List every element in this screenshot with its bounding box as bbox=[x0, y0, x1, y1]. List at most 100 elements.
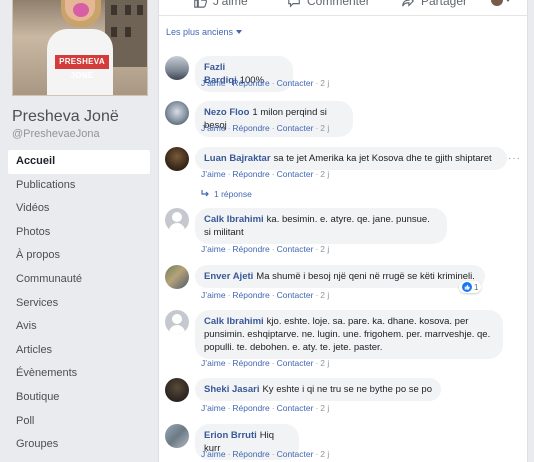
comment: Nezo Floo 1 milon perqind si besoj J’aime… bbox=[165, 101, 521, 137]
comment-author[interactable]: Enver Ajeti bbox=[204, 271, 253, 282]
reaction-count[interactable]: 1 bbox=[459, 281, 482, 293]
nav-item-accueil[interactable]: Accueil bbox=[8, 150, 150, 174]
avatar[interactable] bbox=[165, 101, 189, 125]
avatar[interactable] bbox=[165, 424, 189, 448]
comment-contact-link[interactable]: Contacter bbox=[277, 78, 314, 88]
reaction-number: 1 bbox=[474, 282, 479, 292]
comment-like-link[interactable]: J’aime bbox=[201, 403, 226, 413]
comment-author[interactable]: Calk Ibrahimi bbox=[204, 214, 264, 225]
comment-reply-link[interactable]: Répondre bbox=[232, 78, 269, 88]
page-title[interactable]: Presheva Jonë bbox=[12, 108, 119, 126]
nav-item-groupes[interactable]: Groupes bbox=[8, 433, 150, 457]
nav-item-poll[interactable]: Poll bbox=[8, 410, 150, 434]
comment-contact-link[interactable]: Contacter bbox=[277, 290, 314, 300]
page-profile-photo[interactable]: PRESHEVA JONË bbox=[12, 0, 148, 96]
comment-text: sa te jet Amerika ka jet Kosova dhe te g… bbox=[273, 153, 492, 164]
comment-timestamp[interactable]: 2 j bbox=[320, 123, 329, 133]
comment-bubble: Luan Bajraktar sa te jet Amerika ka jet K… bbox=[195, 147, 507, 170]
comment-actions: J’aime · Répondre · Contacter · 2 j bbox=[201, 169, 330, 179]
nav-item-avis[interactable]: Avis bbox=[8, 315, 150, 339]
comment-contact-link[interactable]: Contacter bbox=[277, 169, 314, 179]
comment-reply-link[interactable]: Répondre bbox=[232, 403, 269, 413]
comment-reply-link[interactable]: Répondre bbox=[232, 244, 269, 254]
avatar[interactable] bbox=[165, 265, 189, 289]
nav-item-videos[interactable]: Vidéos bbox=[8, 197, 150, 221]
like-reaction-icon bbox=[462, 282, 472, 292]
comment-author[interactable]: Nezo Floo bbox=[204, 107, 249, 118]
comment-like-link[interactable]: J’aime bbox=[201, 169, 226, 179]
comment-timestamp[interactable]: 2 j bbox=[320, 358, 329, 368]
comment-reply-link[interactable]: Répondre bbox=[232, 449, 269, 459]
nav-item-communaute[interactable]: Communauté bbox=[8, 268, 150, 292]
shirt-print: PRESHEVA JONË bbox=[55, 55, 109, 80]
comment-bubble: Sheki Jasari Ky eshte i qi ne tru se ne b… bbox=[195, 378, 441, 401]
like-button[interactable]: J’aime bbox=[193, 0, 248, 8]
comment-like-link[interactable]: J’aime bbox=[201, 290, 226, 300]
comment-author[interactable]: Luan Bajraktar bbox=[204, 153, 271, 164]
comment-button-label: Commenter bbox=[307, 0, 370, 8]
comment-timestamp[interactable]: 2 j bbox=[320, 290, 329, 300]
comment-reply-link[interactable]: Répondre bbox=[232, 290, 269, 300]
comment-reply-link[interactable]: Répondre bbox=[232, 358, 269, 368]
share-button[interactable]: Partager bbox=[401, 0, 467, 8]
comment-like-link[interactable]: J’aime bbox=[201, 244, 226, 254]
comment: Luan Bajraktar sa te jet Amerika ka jet K… bbox=[165, 147, 521, 203]
comment-timestamp[interactable]: 2 j bbox=[320, 244, 329, 254]
thumbs-up-icon bbox=[194, 0, 207, 8]
nav-item-photos[interactable]: Photos bbox=[8, 221, 150, 245]
comment-as-selector[interactable] bbox=[491, 0, 511, 6]
comment-contact-link[interactable]: Contacter bbox=[277, 244, 314, 254]
nav-item-evenements[interactable]: Évènements bbox=[8, 362, 150, 386]
comment-text: Ky eshte i qi ne tru se ne bythe po se p… bbox=[262, 384, 432, 395]
comment-author[interactable]: Erion Brruti bbox=[204, 430, 257, 441]
comment-sort-dropdown[interactable]: Les plus anciens bbox=[166, 27, 243, 37]
comment-reply-link[interactable]: Répondre bbox=[232, 169, 269, 179]
comment-timestamp[interactable]: 2 j bbox=[320, 78, 329, 88]
avatar[interactable] bbox=[165, 56, 189, 80]
nav-item-articles[interactable]: Articles bbox=[8, 339, 150, 363]
avatar[interactable] bbox=[165, 208, 189, 232]
nav-item-boutique[interactable]: Boutique bbox=[8, 386, 150, 410]
comment-actions: J’aime · Répondre · Contacter · 2 j bbox=[201, 244, 330, 254]
comment-like-link[interactable]: J’aime bbox=[201, 358, 226, 368]
post-comments-panel: J’aime Commenter Partager Les plus ancie… bbox=[158, 0, 528, 462]
comment: Calk Ibrahimi kjo. eshte. loje. sa. pare.… bbox=[165, 310, 521, 374]
comment-timestamp[interactable]: 2 j bbox=[320, 449, 329, 459]
nav-item-services[interactable]: Services bbox=[8, 292, 150, 316]
like-button-label: J’aime bbox=[213, 0, 248, 8]
comment-like-link[interactable]: J’aime bbox=[201, 123, 226, 133]
comment-actions: J’aime · Répondre · Contacter · 2 j bbox=[201, 449, 330, 459]
more-options-icon[interactable]: ··· bbox=[508, 153, 521, 164]
comment-bubble: Enver Ajeti Ma shumë i besoj një qeni në … bbox=[195, 265, 485, 288]
comment: Calk Ibrahimi ka. besimin. e. atyre. qe. … bbox=[165, 208, 521, 258]
comment-text: Ma shumë i besoj një qeni në rrugë se kë… bbox=[256, 271, 475, 282]
avatar[interactable] bbox=[165, 147, 189, 171]
comment: Fazli Bardiqi 100% J’aime · Répondre · Contac… bbox=[165, 56, 521, 92]
page-handle[interactable]: @PreshevaeJona bbox=[12, 128, 100, 140]
comment-contact-link[interactable]: Contacter bbox=[277, 403, 314, 413]
comment-actions: J’aime · Répondre · Contacter · 2 j bbox=[201, 358, 330, 368]
share-button-label: Partager bbox=[421, 0, 468, 8]
comment-contact-link[interactable]: Contacter bbox=[277, 449, 314, 459]
comment-contact-link[interactable]: Contacter bbox=[277, 358, 314, 368]
comment-like-link[interactable]: J’aime bbox=[201, 78, 226, 88]
page-sidebar: PRESHEVA JONË Presheva Jonë @PreshevaeJo… bbox=[0, 0, 158, 462]
comment-sort-label: Les plus anciens bbox=[166, 27, 234, 37]
comment: Sheki Jasari Ky eshte i qi ne tru se ne b… bbox=[165, 378, 521, 416]
comment-actions: J’aime · Répondre · Contacter · 2 j bbox=[201, 123, 330, 133]
comment-actions: J’aime · Répondre · Contacter · 2 j bbox=[201, 403, 330, 413]
comment-author[interactable]: Sheki Jasari bbox=[204, 384, 259, 395]
comment-timestamp[interactable]: 2 j bbox=[320, 169, 329, 179]
page-nav: Accueil Publications Vidéos Photos À pro… bbox=[8, 150, 150, 457]
comment-timestamp[interactable]: 2 j bbox=[320, 403, 329, 413]
comment-contact-link[interactable]: Contacter bbox=[277, 123, 314, 133]
view-replies-link[interactable]: 1 réponse bbox=[201, 189, 252, 199]
comment-author[interactable]: Calk Ibrahimi bbox=[204, 316, 264, 327]
avatar[interactable] bbox=[165, 378, 189, 402]
share-icon bbox=[402, 0, 415, 7]
nav-item-a-propos[interactable]: À propos bbox=[8, 244, 150, 268]
avatar[interactable] bbox=[165, 310, 189, 334]
comment-reply-link[interactable]: Répondre bbox=[232, 123, 269, 133]
comment-like-link[interactable]: J’aime bbox=[201, 449, 226, 459]
nav-item-publications[interactable]: Publications bbox=[8, 174, 150, 198]
